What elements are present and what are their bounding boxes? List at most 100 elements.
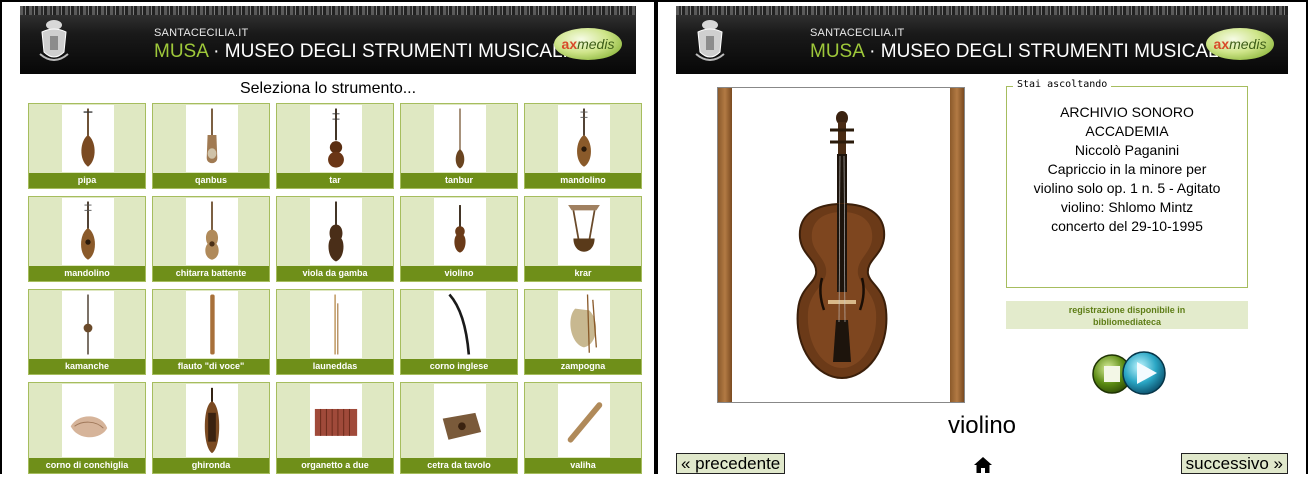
- next-button[interactable]: successivo »: [1180, 453, 1288, 474]
- instrument-tile[interactable]: pipa: [28, 103, 146, 189]
- availability-note[interactable]: registrazione disponibile in bibliomedia…: [1006, 301, 1248, 329]
- instrument-label: qanbus: [153, 173, 269, 188]
- page-title: MUSA · MUSEO DEGLI STRUMENTI MUSICALI: [154, 41, 568, 63]
- instrument-thumbnail: [62, 105, 114, 172]
- viola-da-gamba-icon: [328, 201, 344, 262]
- instrument-tile[interactable]: flauto "di voce": [152, 289, 270, 375]
- instrument-tile[interactable]: organetto a due: [276, 382, 394, 474]
- instrument-tile[interactable]: corno di conchiglia: [28, 382, 146, 474]
- chitarra-battente-icon: [205, 201, 219, 260]
- instrument-label: zampogna: [525, 359, 641, 374]
- instrument-tile[interactable]: violino: [400, 196, 518, 282]
- instrument-tile[interactable]: chitarra battente: [152, 196, 270, 282]
- now-playing-line: Capriccio in la minore per: [1047, 161, 1207, 177]
- mandolino-icon: [81, 201, 95, 260]
- violino-icon: [454, 205, 466, 253]
- instrument-thumbnail: [62, 291, 114, 358]
- violin-photo-icon: [796, 111, 888, 380]
- instrument-label: organetto a due: [277, 458, 393, 473]
- tanbur-icon: [455, 108, 465, 169]
- zampogna-icon: [570, 294, 598, 353]
- instrument-thumbnail: [434, 105, 486, 172]
- now-playing-legend: Stai ascoltando: [1013, 79, 1112, 90]
- frame-border: [658, 0, 1306, 2]
- logo-medis: medis: [1229, 36, 1267, 52]
- page-title: MUSA · MUSEO DEGLI STRUMENTI MUSICALI: [810, 41, 1224, 63]
- instrument-thumbnail: [434, 198, 486, 265]
- instrument-label: viola da gamba: [277, 266, 393, 281]
- site-name: SANTACECILIA.IT: [810, 27, 905, 39]
- header-stripe: [676, 6, 1288, 15]
- instrument-tile[interactable]: launeddas: [276, 289, 394, 375]
- ghironda-icon: [204, 387, 220, 454]
- instrument-selection-panel: SANTACECILIA.IT MUSA · MUSEO DEGLI STRUM…: [0, 0, 656, 474]
- title-accent: MUSA: [154, 41, 208, 62]
- qanbus-icon: [206, 108, 218, 164]
- audio-player: [1088, 349, 1172, 395]
- instrument-tile[interactable]: tanbur: [400, 103, 518, 189]
- instrument-tile[interactable]: tar: [276, 103, 394, 189]
- instrument-tile[interactable]: valiha: [524, 382, 642, 474]
- title-rest: · MUSEO DEGLI STRUMENTI MUSICALI: [863, 41, 1224, 62]
- instrument-tile[interactable]: corno inglese: [400, 289, 518, 375]
- pipa-icon: [81, 108, 95, 167]
- logo-medis: medis: [577, 36, 615, 52]
- instrument-tile[interactable]: ghironda: [152, 382, 270, 474]
- instrument-thumbnail: [558, 198, 610, 265]
- instrument-tile[interactable]: mandolino: [524, 103, 642, 189]
- instrument-label: kamanche: [29, 359, 145, 374]
- previous-button[interactable]: « precedente: [676, 453, 786, 474]
- instrument-tile[interactable]: kamanche: [28, 289, 146, 375]
- valiha-icon: [567, 402, 603, 443]
- header-banner: SANTACECILIA.IT MUSA · MUSEO DEGLI STRUM…: [20, 6, 636, 74]
- instrument-photo: [717, 87, 965, 403]
- instrument-tile[interactable]: viola da gamba: [276, 196, 394, 282]
- instrument-label: mandolino: [525, 173, 641, 188]
- instrument-thumbnail: [558, 291, 610, 358]
- instrument-thumbnail: [310, 105, 362, 172]
- tar-icon: [328, 108, 344, 168]
- instrument-label: mandolino: [29, 266, 145, 281]
- home-button[interactable]: [973, 455, 993, 474]
- now-playing-line: Niccolò Paganini: [1074, 142, 1180, 158]
- instrument-tile[interactable]: cetra da tavolo: [400, 382, 518, 474]
- now-playing-line: ARCHIVIO SONORO: [1060, 104, 1194, 120]
- instrument-thumbnail: [310, 384, 362, 457]
- instrument-label: ghironda: [153, 458, 269, 473]
- now-playing-line: ACCADEMIA: [1085, 123, 1169, 139]
- axmedis-logo[interactable]: axmedis: [554, 28, 622, 60]
- flauto-icon: [210, 294, 215, 355]
- conchiglia-icon: [70, 416, 108, 438]
- play-icon[interactable]: [1122, 351, 1166, 395]
- kamanche-icon: [83, 294, 93, 355]
- instrument-thumbnail: [434, 291, 486, 358]
- instrument-thumbnail: [186, 384, 238, 457]
- crest-icon: [39, 20, 69, 61]
- instrument-grid: pipa qanbus tar tanbur mandolino mandolino chi…: [28, 103, 644, 474]
- crest-icon: [695, 20, 725, 61]
- instrument-tile[interactable]: zampogna: [524, 289, 642, 375]
- instrument-label: chitarra battente: [153, 266, 269, 281]
- instrument-tile[interactable]: mandolino: [28, 196, 146, 282]
- instrument-tile[interactable]: krar: [524, 196, 642, 282]
- header-banner: SANTACECILIA.IT MUSA · MUSEO DEGLI STRUM…: [676, 6, 1288, 74]
- instrument-tile[interactable]: qanbus: [152, 103, 270, 189]
- instrument-label: pipa: [29, 173, 145, 188]
- instrument-thumbnail: [62, 384, 114, 457]
- instrument-label: violino: [401, 266, 517, 281]
- instrument-thumbnail: [186, 291, 238, 358]
- instrument-label: corno di conchiglia: [29, 458, 145, 473]
- availability-line: registrazione disponibile in: [1068, 305, 1186, 315]
- now-playing-details: ARCHIVIO SONORO ACCADEMIA Niccolò Paganini…: [1007, 103, 1247, 236]
- instrument-thumbnail: [558, 384, 610, 457]
- availability-line: bibliomediateca: [1092, 317, 1162, 327]
- now-playing-line: violino: Shlomo Mintz: [1060, 199, 1194, 215]
- instrument-thumbnail: [434, 384, 486, 457]
- instrument-label: krar: [525, 266, 641, 281]
- instrument-label: valiha: [525, 458, 641, 473]
- krar-icon: [568, 205, 600, 252]
- instrument-label: launeddas: [277, 359, 393, 374]
- mandolino-icon: [577, 108, 591, 167]
- instrument-name: violino: [947, 412, 1017, 439]
- axmedis-logo[interactable]: axmedis: [1206, 28, 1274, 60]
